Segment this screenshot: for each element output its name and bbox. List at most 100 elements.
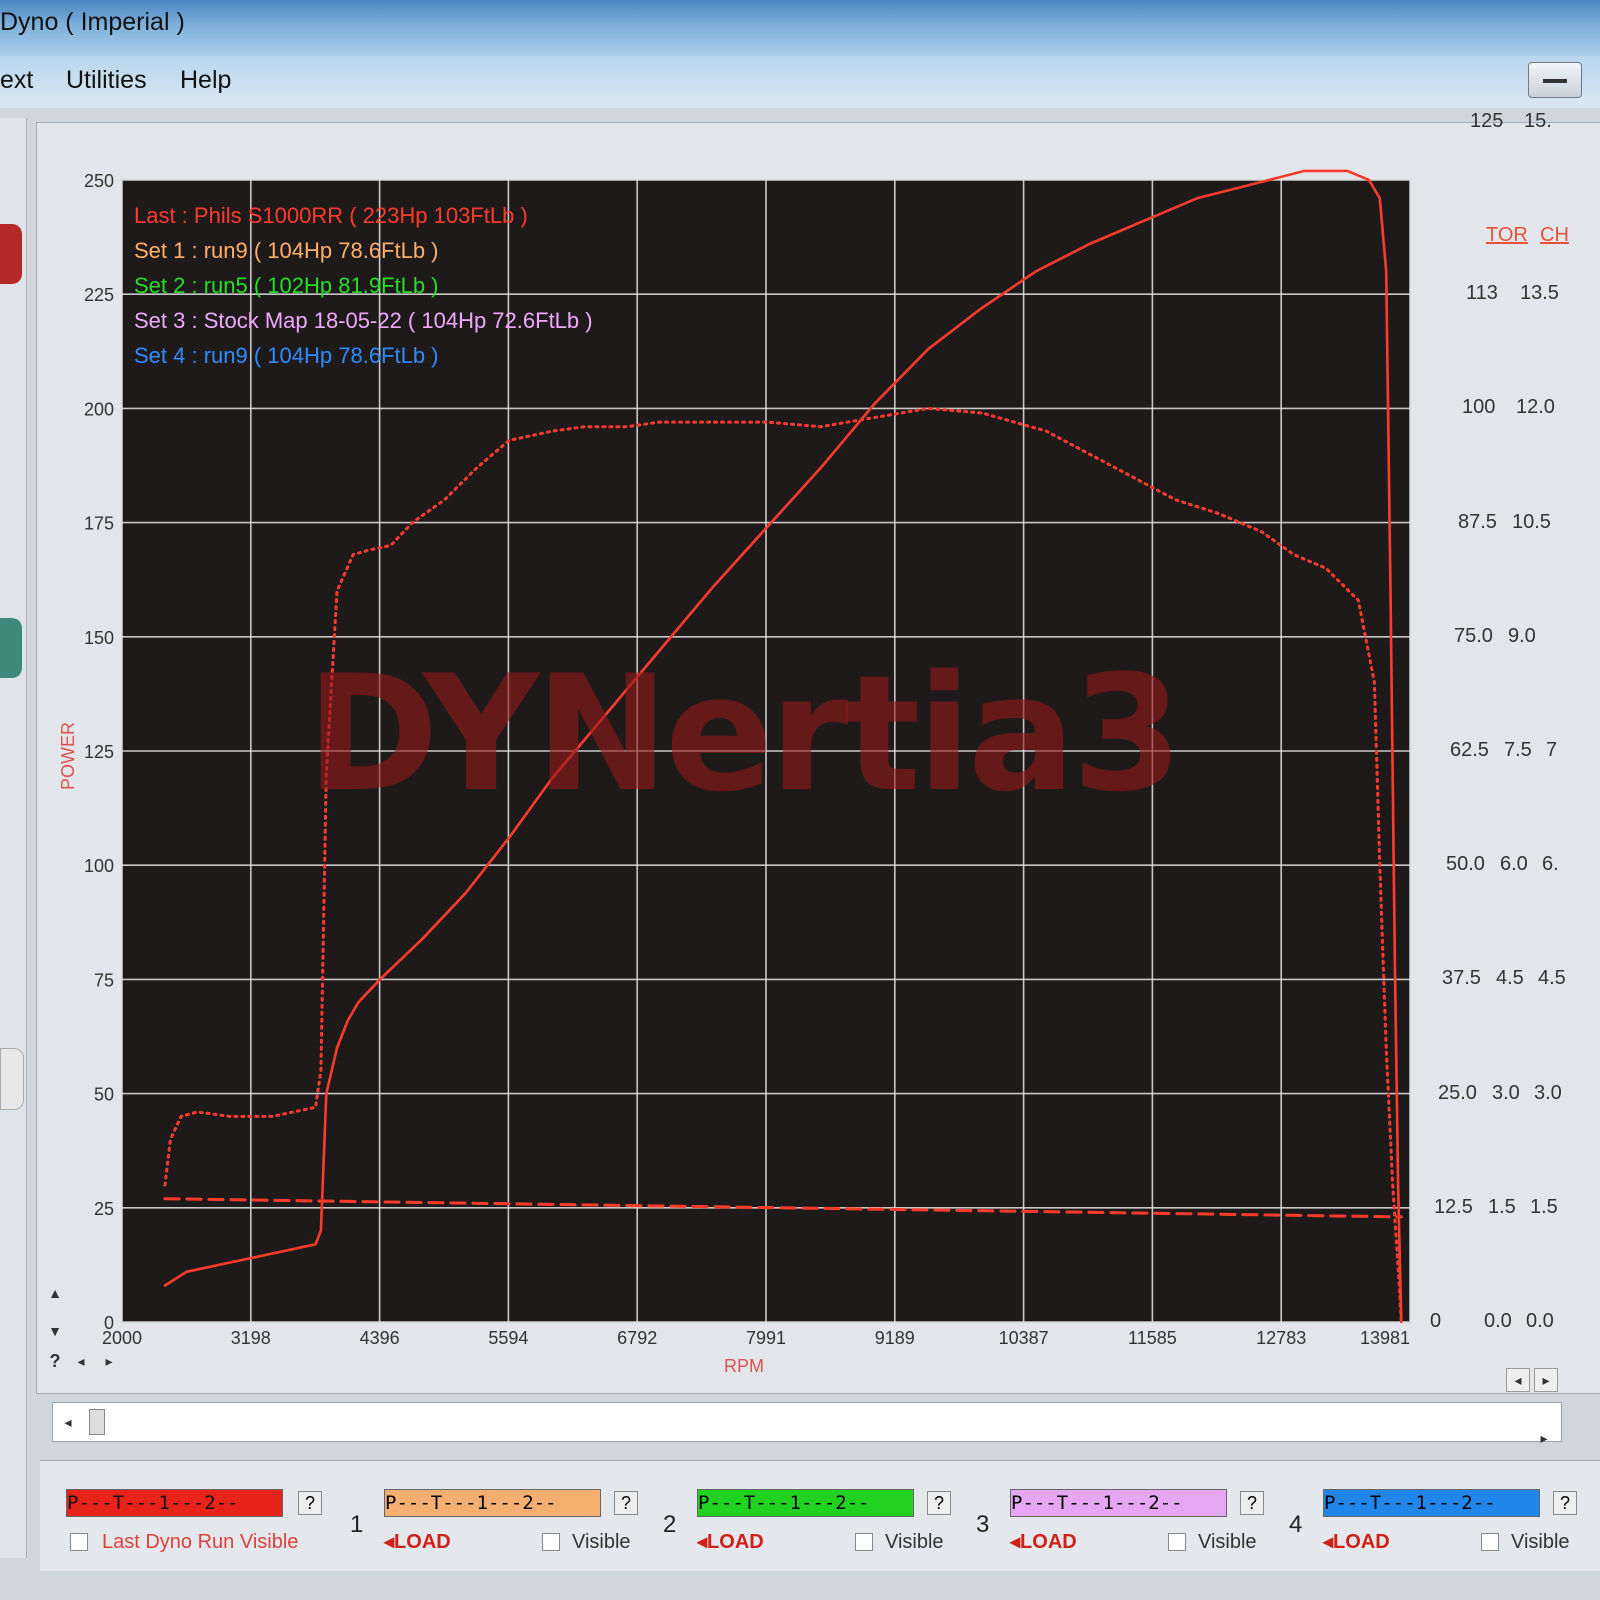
x-tick-label: 12783 bbox=[1256, 1328, 1306, 1348]
right-axis-tick: 100 bbox=[1462, 396, 1496, 419]
y-tick-label: 0 bbox=[104, 1313, 114, 1333]
x-ticks: 2000 3198 4396 5594 6792 7991 9189 10387 11585 12… bbox=[102, 1328, 1410, 1348]
set-bar[interactable]: P---T---1---2-- bbox=[697, 1489, 914, 1517]
right-axis-tick: 3.0 bbox=[1492, 1081, 1520, 1104]
set-4-slot: 4 P---T---1---2--? ◂LOAD Visible bbox=[1289, 1481, 1589, 1561]
x-tick-label: 9189 bbox=[875, 1328, 915, 1348]
right-axis-tick: 50.0 bbox=[1446, 853, 1485, 876]
last-run-visible-label: Last Dyno Run Visible bbox=[102, 1531, 299, 1553]
y-tick-label: 225 bbox=[84, 285, 114, 305]
set-help-button[interactable]: ? bbox=[927, 1491, 951, 1515]
visible-checkbox[interactable] bbox=[542, 1533, 560, 1551]
hscroll-right-arrow[interactable]: ▸ bbox=[1533, 1427, 1555, 1449]
y-axis-label: POWER bbox=[58, 721, 78, 790]
x-tick-label: 13981 bbox=[1360, 1328, 1410, 1348]
legend-set-2: Set 2 : run5 ( 102Hp 81.9FtLb ) bbox=[134, 273, 439, 298]
y-tick-label: 150 bbox=[84, 628, 114, 648]
visible-checkbox[interactable] bbox=[855, 1533, 873, 1551]
right-axis-tick: 0.0 bbox=[1484, 1310, 1512, 1332]
horizontal-scrollbar[interactable]: ◂ ▸ bbox=[52, 1402, 1562, 1446]
right-axis-tick: 0.0 bbox=[1526, 1310, 1554, 1332]
y-tick-label: 175 bbox=[84, 514, 114, 534]
right-axis-tick: 3.0 bbox=[1534, 1081, 1562, 1104]
x-axis-label: RPM bbox=[724, 1356, 764, 1376]
x-tick-label: 11585 bbox=[1128, 1328, 1177, 1348]
y-tick-label: 125 bbox=[84, 742, 114, 762]
right-axis-tick: 6. bbox=[1542, 853, 1559, 876]
right-axis-tor-label: TOR bbox=[1486, 224, 1528, 246]
set-bar[interactable]: P---T---1---2-- bbox=[1010, 1489, 1227, 1517]
right-axis-tick: 9.0 bbox=[1508, 624, 1536, 647]
set-number: 3 bbox=[976, 1511, 990, 1538]
scroll-up-button[interactable]: ▲ bbox=[44, 1282, 66, 1304]
right-axis-tick: 7.5 bbox=[1504, 739, 1532, 761]
legend: Last : Phils S1000RR ( 223Hp 103FtLb ) S… bbox=[134, 198, 593, 373]
right-axis-tick: 75.0 bbox=[1454, 624, 1493, 647]
x-tick-label: 7991 bbox=[746, 1328, 786, 1348]
right-axis-tick: 125 bbox=[1470, 110, 1504, 132]
legend-set-4: Set 4 : run9 ( 104Hp 78.6FtLb ) bbox=[134, 343, 439, 368]
y-tick-label: 100 bbox=[84, 856, 114, 876]
y-ticks: 0 25 50 75 100 125 150 175 200 225 250 bbox=[84, 171, 114, 1333]
right-axis-tick: 0 bbox=[1430, 1310, 1442, 1332]
right-axis-tick: 62.5 bbox=[1450, 739, 1489, 761]
right-axis-tick: 4.5 bbox=[1538, 967, 1566, 990]
x-tick-label: 4396 bbox=[360, 1328, 400, 1348]
set-help-button[interactable]: ? bbox=[1553, 1491, 1577, 1515]
y-tick-label: 25 bbox=[94, 1199, 114, 1219]
visible-checkbox[interactable] bbox=[1481, 1533, 1499, 1551]
scroll-down-button[interactable]: ▼ bbox=[44, 1320, 66, 1342]
right-axis-tick: 37.5 bbox=[1442, 967, 1481, 990]
load-button[interactable]: ◂LOAD bbox=[1323, 1529, 1390, 1554]
right-axis-tick: 15. bbox=[1524, 110, 1552, 132]
set-number: 2 bbox=[663, 1511, 677, 1538]
x-tick-label: 3198 bbox=[231, 1328, 271, 1348]
scroll-right-button[interactable]: ▸ bbox=[98, 1350, 120, 1372]
set-3-slot: 3 P---T---1---2--? ◂LOAD Visible bbox=[976, 1481, 1276, 1561]
legend-set-1: Set 1 : run9 ( 104Hp 78.6FtLb ) bbox=[134, 238, 439, 263]
last-run-help-button[interactable]: ? bbox=[298, 1491, 322, 1515]
load-button[interactable]: ◂LOAD bbox=[1010, 1529, 1077, 1554]
last-run-bar[interactable]: P---T---1---2-- bbox=[66, 1489, 283, 1517]
right-scroll-right-button[interactable]: ▸ bbox=[1534, 1368, 1558, 1392]
right-axis-tick: 1.5 bbox=[1530, 1195, 1558, 1218]
visible-checkbox[interactable] bbox=[1168, 1533, 1186, 1551]
load-button[interactable]: ◂LOAD bbox=[697, 1529, 764, 1554]
hscroll-thumb[interactable] bbox=[89, 1409, 105, 1435]
right-axis-tick: 10.5 bbox=[1512, 510, 1551, 533]
hscroll-left-arrow[interactable]: ◂ bbox=[57, 1411, 79, 1433]
set-help-button[interactable]: ? bbox=[614, 1491, 638, 1515]
set-2-slot: 2 P---T---1---2--? ◂LOAD Visible bbox=[663, 1481, 963, 1561]
watermark-logo: DYNertia3 bbox=[306, 640, 1183, 827]
right-axis-ch-label: CH bbox=[1540, 224, 1569, 246]
legend-set-3: Set 3 : Stock Map 18-05-22 ( 104Hp 72.6F… bbox=[134, 308, 593, 333]
set-bar[interactable]: P---T---1---2-- bbox=[1323, 1489, 1540, 1517]
y-tick-label: 75 bbox=[94, 970, 114, 990]
scroll-left-button[interactable]: ◂ bbox=[70, 1350, 92, 1372]
visible-label: Visible bbox=[1511, 1531, 1570, 1553]
set-number: 1 bbox=[350, 1511, 364, 1538]
right-axis-tick: 4.5 bbox=[1496, 967, 1524, 990]
right-axis-tick: 12.5 bbox=[1434, 1195, 1473, 1218]
last-run-visible-checkbox[interactable] bbox=[70, 1533, 88, 1551]
right-axis-tick: 13.5 bbox=[1520, 282, 1559, 305]
right-axis-tick: 87.5 bbox=[1458, 510, 1497, 533]
right-axis-tick: 12.0 bbox=[1516, 396, 1555, 419]
visible-label: Visible bbox=[572, 1531, 631, 1553]
set-1-slot: 1 P---T---1---2--? ◂LOAD Visible bbox=[350, 1481, 650, 1561]
y-tick-label: 200 bbox=[84, 399, 114, 419]
set-bar[interactable]: P---T---1---2-- bbox=[384, 1489, 601, 1517]
last-run-slot: P---T---1---2-- ? Last Dyno Run Visible bbox=[66, 1481, 346, 1561]
set-help-button[interactable]: ? bbox=[1240, 1491, 1264, 1515]
right-axis-tick: 1.5 bbox=[1488, 1195, 1516, 1218]
load-button[interactable]: ◂LOAD bbox=[384, 1529, 451, 1554]
right-axis-tick: 7 bbox=[1546, 739, 1558, 761]
right-scroll-left-button[interactable]: ◂ bbox=[1506, 1368, 1530, 1392]
help-button[interactable]: ? bbox=[44, 1350, 66, 1372]
y-tick-label: 250 bbox=[84, 171, 114, 191]
visible-label: Visible bbox=[1198, 1531, 1257, 1553]
x-tick-label: 5594 bbox=[488, 1328, 528, 1348]
x-tick-label: 10387 bbox=[999, 1328, 1049, 1348]
right-axis-tick: 25.0 bbox=[1438, 1081, 1477, 1104]
y-tick-label: 50 bbox=[94, 1085, 114, 1105]
